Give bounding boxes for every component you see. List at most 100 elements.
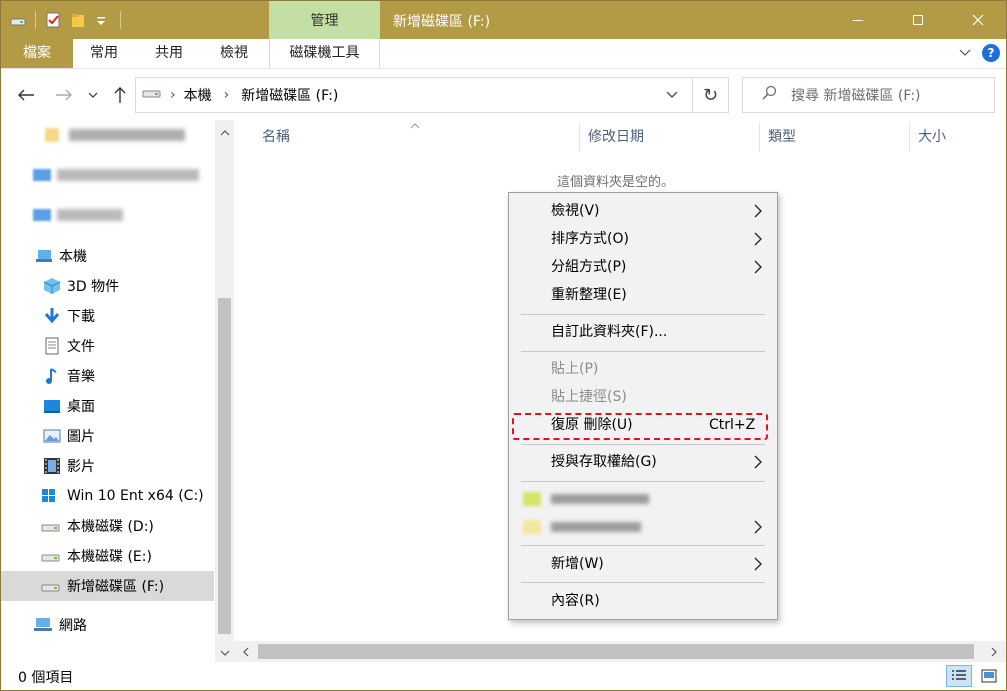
- breadcrumb-this-pc[interactable]: 本機: [184, 85, 212, 105]
- recent-locations-button[interactable]: [85, 84, 101, 106]
- navigation-pane: 本機 3D 物件 下載 文件 音樂 桌面 圖片 影片 Win 10 Ent x6…: [1, 120, 215, 662]
- scroll-thumb[interactable]: [218, 298, 231, 634]
- download-arrow-icon: [44, 308, 60, 324]
- menu-item-paste[interactable]: 貼上(P): [509, 355, 777, 383]
- status-bar: 0 個項目: [1, 662, 1006, 690]
- breadcrumb-current-drive[interactable]: 新增磁碟區 (F:): [241, 85, 338, 105]
- sidebar-item-drive-f[interactable]: 新增磁碟區 (F:): [1, 571, 214, 601]
- up-button[interactable]: [109, 84, 131, 106]
- sidebar-item-this-pc[interactable]: 本機: [1, 241, 214, 271]
- tab-drive-tools[interactable]: 磁碟機工具: [269, 39, 380, 68]
- menu-item-label: 貼上捷徑(S): [551, 389, 627, 405]
- menu-item-properties[interactable]: 內容(R): [509, 587, 777, 615]
- chevron-right-icon: [753, 448, 763, 485]
- sidebar-item-pictures[interactable]: 圖片: [1, 421, 214, 451]
- large-icons-view-button[interactable]: [976, 665, 1002, 687]
- column-header-name[interactable]: 名稱: [262, 123, 290, 151]
- onedrive-item-blurred[interactable]: [1, 160, 214, 190]
- sidebar-item-drive-c[interactable]: Win 10 Ent x64 (C:): [1, 481, 214, 511]
- menu-separator: [521, 481, 765, 482]
- sidebar-item-network[interactable]: 網路: [1, 610, 214, 640]
- column-divider[interactable]: [759, 122, 760, 152]
- app-icon: [523, 492, 541, 506]
- manage-context-tab[interactable]: 管理: [269, 1, 380, 39]
- column-header-date-modified[interactable]: 修改日期: [588, 123, 644, 151]
- drive-small-icon[interactable]: [9, 11, 27, 29]
- details-view-button[interactable]: [946, 665, 972, 687]
- windows-drive-icon: [42, 489, 55, 502]
- tab-home[interactable]: 常用: [79, 39, 129, 68]
- maximize-button[interactable]: [895, 1, 941, 39]
- address-history-dropdown[interactable]: [666, 88, 678, 104]
- menu-item-blurred-1[interactable]: [509, 485, 777, 513]
- blurred-label: [551, 494, 649, 504]
- search-box[interactable]: 搜尋 新增磁碟區 (F:): [742, 77, 995, 113]
- sidebar-item-videos[interactable]: 影片: [1, 451, 214, 481]
- menu-item-blurred-2[interactable]: [509, 513, 777, 541]
- expand-ribbon-button[interactable]: [958, 45, 972, 63]
- sidebar-item-label: 影片: [67, 459, 95, 475]
- document-icon: [45, 337, 59, 355]
- scroll-left-icon[interactable]: [242, 646, 250, 661]
- properties-check-icon[interactable]: [44, 11, 62, 29]
- new-folder-icon[interactable]: [70, 11, 88, 29]
- navigation-row: › 本機 › 新增磁碟區 (F:) ↻ 搜尋 新增磁碟區 (F:): [1, 70, 1006, 120]
- up-arrow-icon: [114, 87, 126, 103]
- scroll-down-icon[interactable]: [220, 646, 230, 661]
- minimize-button[interactable]: [835, 1, 881, 39]
- sidebar-item-label: 下載: [67, 309, 95, 325]
- column-header-type[interactable]: 類型: [768, 123, 796, 151]
- cube-3d-icon: [43, 278, 61, 294]
- blurred-label: [551, 522, 641, 532]
- sidebar-item-drive-d[interactable]: 本機磁碟 (D:): [1, 511, 214, 541]
- menu-item-give-access[interactable]: 授與存取權給(G): [509, 448, 777, 476]
- customize-qa-chevron-icon[interactable]: [96, 11, 106, 29]
- cloud-icon: [33, 209, 51, 221]
- close-button[interactable]: [955, 1, 1001, 39]
- drive-icon: [41, 584, 60, 592]
- content-horizontal-scrollbar[interactable]: [234, 641, 1006, 662]
- network-icon: [34, 618, 52, 631]
- sidebar-item-3d-objects[interactable]: 3D 物件: [1, 271, 214, 301]
- quick-access-item-blurred[interactable]: [1, 120, 214, 150]
- sidebar-item-desktop[interactable]: 桌面: [1, 391, 214, 421]
- scroll-thumb[interactable]: [258, 644, 974, 659]
- empty-folder-message: 這個資料夾是空的。: [557, 175, 675, 190]
- onedrive-item-blurred-2[interactable]: [1, 200, 214, 230]
- scroll-up-icon[interactable]: [220, 126, 230, 141]
- forward-button[interactable]: [53, 84, 75, 106]
- sidebar-item-documents[interactable]: 文件: [1, 331, 214, 361]
- menu-item-refresh[interactable]: 重新整理(E): [509, 281, 777, 309]
- close-icon: [972, 14, 984, 26]
- search-placeholder: 搜尋 新增磁碟區 (F:): [791, 88, 921, 104]
- tab-file[interactable]: 檔案: [1, 39, 73, 68]
- app-icon: [523, 520, 541, 534]
- menu-item-paste-shortcut[interactable]: 貼上捷徑(S): [509, 383, 777, 411]
- item-count: 0 個項目: [18, 670, 74, 686]
- scroll-right-icon[interactable]: [990, 646, 998, 661]
- address-bar[interactable]: › 本機 › 新增磁碟區 (F:): [135, 77, 693, 113]
- column-header-size[interactable]: 大小: [918, 123, 946, 151]
- menu-item-sort-by[interactable]: 排序方式(O): [509, 225, 777, 253]
- back-button[interactable]: [15, 84, 37, 106]
- sidebar-item-downloads[interactable]: 下載: [1, 301, 214, 331]
- sidebar-item-music[interactable]: 音樂: [1, 361, 214, 391]
- column-divider[interactable]: [909, 122, 910, 152]
- help-icon[interactable]: ?: [982, 44, 1000, 62]
- column-divider[interactable]: [579, 122, 580, 152]
- menu-item-label: 排序方式(O): [551, 231, 629, 247]
- desktop-icon: [44, 400, 60, 413]
- blurred-label: [69, 129, 185, 141]
- sidebar-scrollbar[interactable]: [215, 120, 234, 662]
- menu-item-group-by[interactable]: 分組方式(P): [509, 253, 777, 281]
- menu-item-customize-folder[interactable]: 自訂此資料夾(F)...: [509, 318, 777, 346]
- menu-item-new[interactable]: 新增(W): [509, 550, 777, 578]
- context-menu: 檢視(V) 排序方式(O) 分組方式(P) 重新整理(E) 自訂此資料夾(F).…: [508, 192, 778, 620]
- tab-view[interactable]: 檢視: [209, 39, 259, 68]
- refresh-button[interactable]: ↻: [693, 77, 729, 113]
- sidebar-item-drive-e[interactable]: 本機磁碟 (E:): [1, 541, 214, 571]
- tab-share[interactable]: 共用: [144, 39, 194, 68]
- sidebar-item-label: 音樂: [67, 369, 95, 385]
- explorer-window: 管理 新增磁碟區 (F:) 檔案 常用 共用 檢視 磁碟機工具 ? › 本機 ›…: [0, 0, 1007, 691]
- menu-item-view[interactable]: 檢視(V): [509, 197, 777, 225]
